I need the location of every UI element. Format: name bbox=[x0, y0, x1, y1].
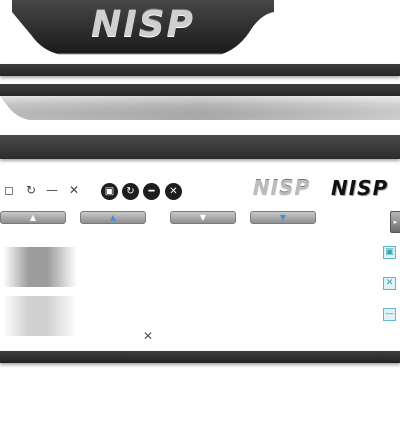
close-icon[interactable]: ✕ bbox=[67, 183, 81, 197]
brand-logo-silver: NISP bbox=[253, 176, 311, 200]
minimize-icon[interactable]: — bbox=[45, 183, 59, 197]
minimize-button[interactable]: ━ bbox=[143, 183, 160, 200]
scroll-up-button[interactable]: ▲ bbox=[0, 211, 66, 224]
refresh-button[interactable]: ↻ bbox=[122, 183, 139, 200]
logo-tab: NISP bbox=[12, 0, 274, 56]
close-button[interactable]: ✕ bbox=[165, 183, 182, 200]
gradient-bar-shape bbox=[0, 96, 400, 120]
scroll-up-active-button[interactable]: ▲ bbox=[80, 211, 146, 224]
restore-icon[interactable]: ◻ bbox=[2, 183, 16, 197]
section-header-bar bbox=[0, 135, 400, 159]
refresh-icon[interactable]: ↻ bbox=[24, 183, 38, 197]
swatch-light bbox=[3, 296, 77, 336]
gradient-bar bbox=[0, 96, 400, 120]
tools-icon[interactable]: ✕ bbox=[141, 329, 155, 343]
app-logo: NISP bbox=[91, 4, 195, 45]
brand-logo-black: NISP bbox=[331, 176, 389, 200]
swatch-dark bbox=[3, 247, 77, 287]
toolbar-bar bbox=[0, 84, 400, 96]
restore-button[interactable]: ▣ bbox=[101, 183, 118, 200]
minimize-box-icon[interactable]: — bbox=[383, 308, 396, 321]
scroll-down-button[interactable]: ▼ bbox=[170, 211, 236, 224]
footer-bar bbox=[0, 351, 400, 363]
side-panel-toggle[interactable]: ▸ bbox=[390, 211, 400, 233]
close-box-icon[interactable]: ✕ bbox=[383, 277, 396, 290]
scroll-down-active-button[interactable]: ▼ bbox=[250, 211, 316, 224]
window-icon[interactable]: ▣ bbox=[383, 246, 396, 259]
header-bar bbox=[0, 64, 400, 76]
